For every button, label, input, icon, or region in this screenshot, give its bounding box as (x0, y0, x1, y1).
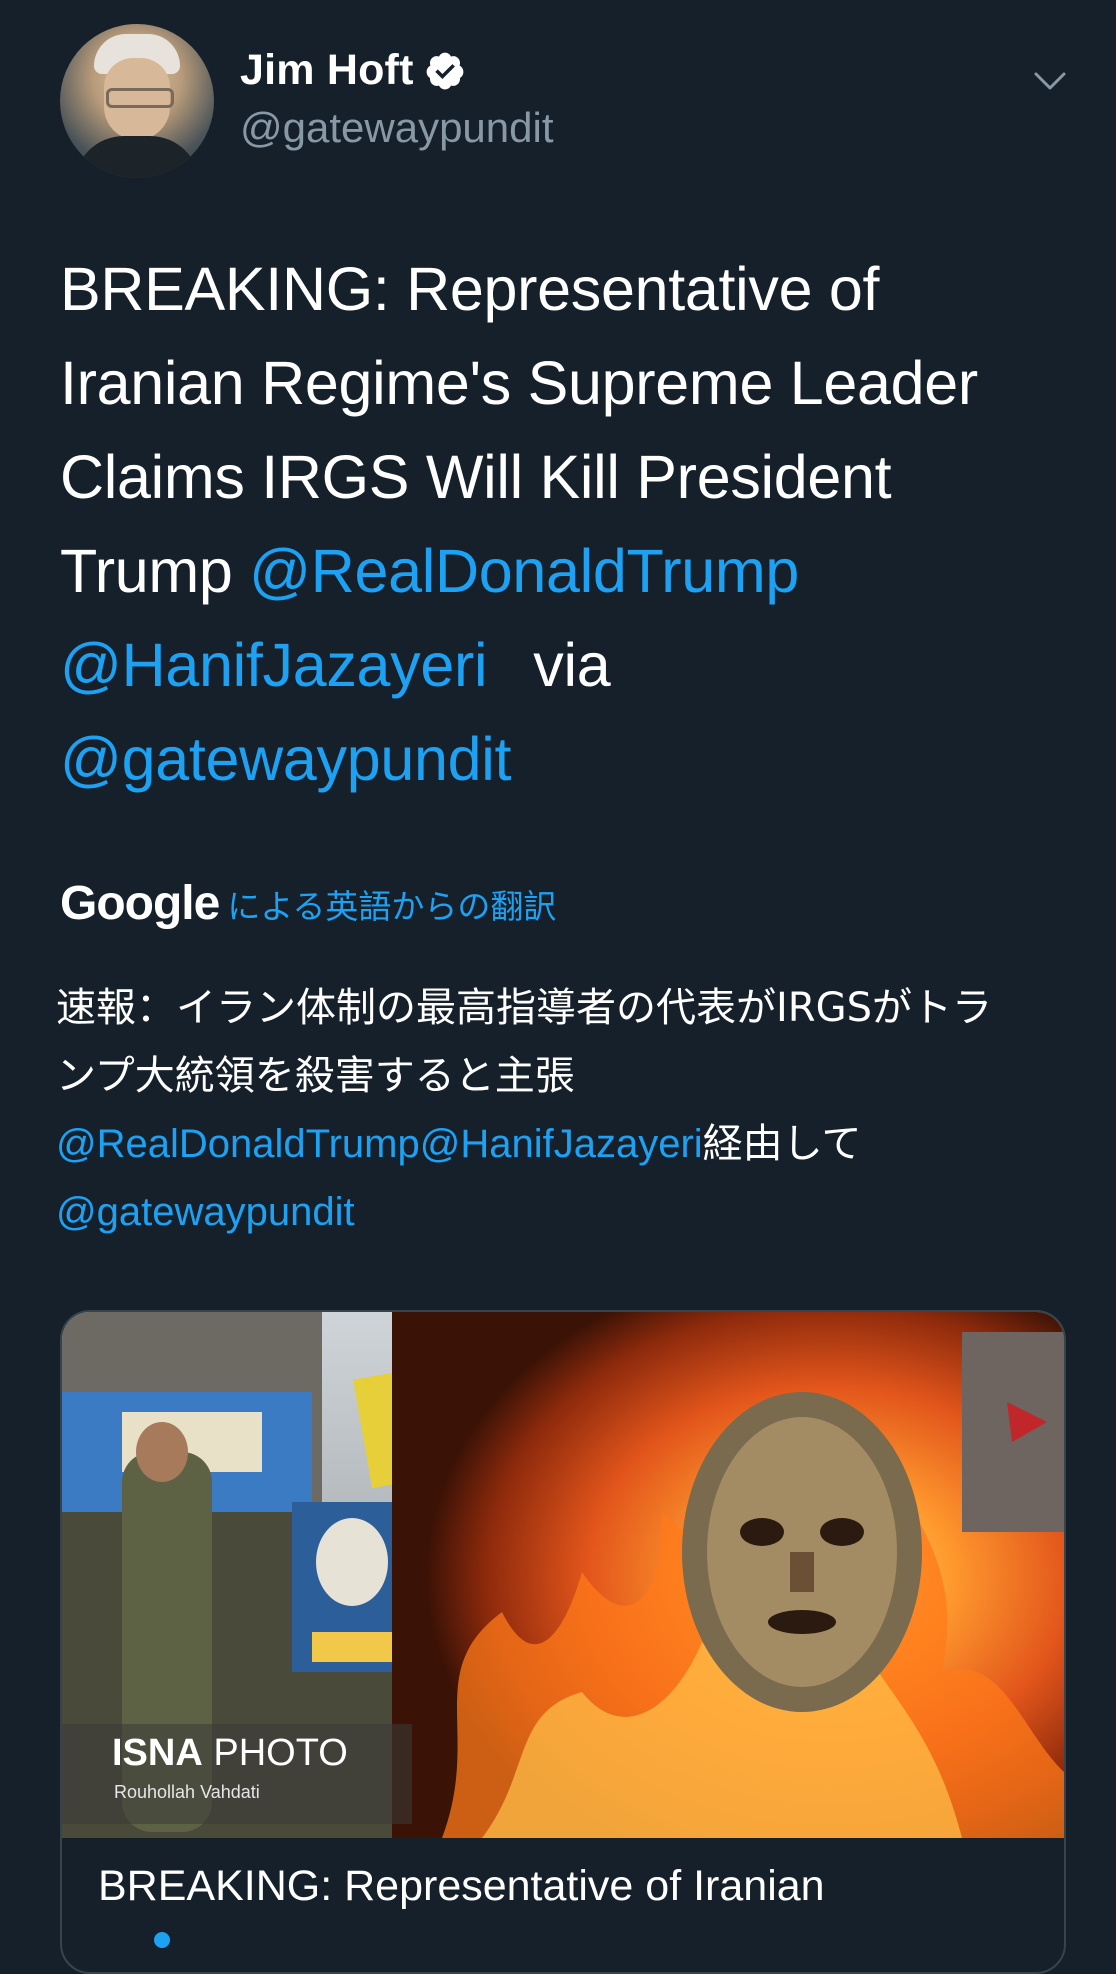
mention-link-gatewaypundit[interactable]: @gatewaypundit (56, 1190, 355, 1234)
card-title[interactable]: BREAKING: Representative of Iranian (98, 1862, 825, 1911)
translated-line: @RealDonaldTrump@HanifJazayeri経由して (56, 1110, 1066, 1178)
translated-line: ンプ大統領を殺害すると主張 (56, 1053, 575, 1099)
watermark-bold: ISNA (112, 1732, 203, 1774)
translated-suffix: 経由して (702, 1121, 862, 1167)
mention-link-hanifjazayeri[interactable]: @HanifJazayeri (60, 631, 488, 699)
chevron-down-icon[interactable] (1030, 60, 1070, 100)
translation-label[interactable]: による英語からの翻訳 (227, 880, 556, 928)
tweet-line: Iranian Regime's Supreme Leader (60, 349, 978, 417)
tweet-line: Claims IRGS Will Kill President (60, 443, 892, 511)
tweet-line: BREAKING: Representative of (60, 255, 880, 323)
mention-link-gatewaypundit[interactable]: @gatewaypundit (60, 725, 511, 793)
via-text: via (533, 631, 611, 699)
mention-link-realdonaldtrump[interactable]: @RealDonaldTrump (249, 537, 799, 605)
tweet-header: Jim Hoft @gatewaypundit (60, 24, 1070, 180)
tweet-text: BREAKING: Representative of Iranian Regi… (60, 242, 1070, 806)
translated-line: 速報：イラン体制の最高指導者の代表がIRGSがトラ (56, 985, 992, 1031)
avatar-shirt (74, 136, 200, 178)
avatar[interactable] (60, 24, 214, 178)
translated-line: @gatewaypundit (56, 1178, 1066, 1246)
tweet-line: Trump @RealDonaldTrump (60, 524, 1070, 618)
tweet-line: @HanifJazayeri via (60, 618, 1070, 712)
google-logo: Google (60, 877, 220, 930)
display-name[interactable]: Jim Hoft (240, 46, 414, 95)
watermark-rest: PHOTO (202, 1732, 348, 1774)
avatar-glasses (106, 88, 174, 108)
card-image[interactable]: ISNA PHOTO Rouhollah Vahdati (62, 1312, 1064, 1838)
watermark-title: ISNA PHOTO (112, 1732, 348, 1775)
progress-dot-icon (154, 1932, 170, 1948)
mention-link-hanifjazayeri[interactable]: @HanifJazayeri (420, 1122, 703, 1166)
name-row[interactable]: Jim Hoft (240, 46, 466, 95)
translated-text: 速報：イラン体制の最高指導者の代表がIRGSがトラ ンプ大統領を殺害すると主張 … (56, 974, 1066, 1246)
translation-header[interactable]: Google による英語からの翻訳 (60, 876, 556, 931)
watermark-credit: Rouhollah Vahdati (114, 1782, 260, 1802)
user-handle[interactable]: @gatewaypundit (240, 104, 554, 152)
verified-badge-icon (426, 52, 463, 89)
tweet-line-text: Trump (60, 537, 250, 605)
tweet-line: @gatewaypundit (60, 712, 1070, 806)
mention-link-realdonaldtrump[interactable]: @RealDonaldTrump (56, 1122, 420, 1166)
link-card[interactable]: ISNA PHOTO Rouhollah Vahdati BREAKING: R… (60, 1310, 1066, 1974)
